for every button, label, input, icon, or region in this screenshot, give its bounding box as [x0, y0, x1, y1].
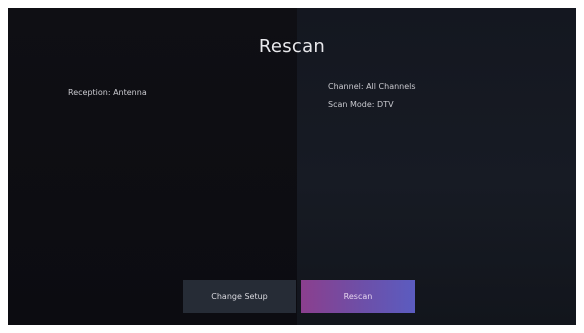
reception-setting: Reception: Antenna — [68, 88, 147, 97]
tv-screen: Rescan Reception: Antenna Channel: All C… — [8, 8, 576, 325]
page-title: Rescan — [258, 36, 326, 57]
rescan-button[interactable]: Rescan — [301, 280, 415, 313]
change-setup-button[interactable]: Change Setup — [183, 280, 296, 313]
channel-setting: Channel: All Channels — [328, 82, 416, 91]
scan-mode-setting: Scan Mode: DTV — [328, 100, 394, 109]
